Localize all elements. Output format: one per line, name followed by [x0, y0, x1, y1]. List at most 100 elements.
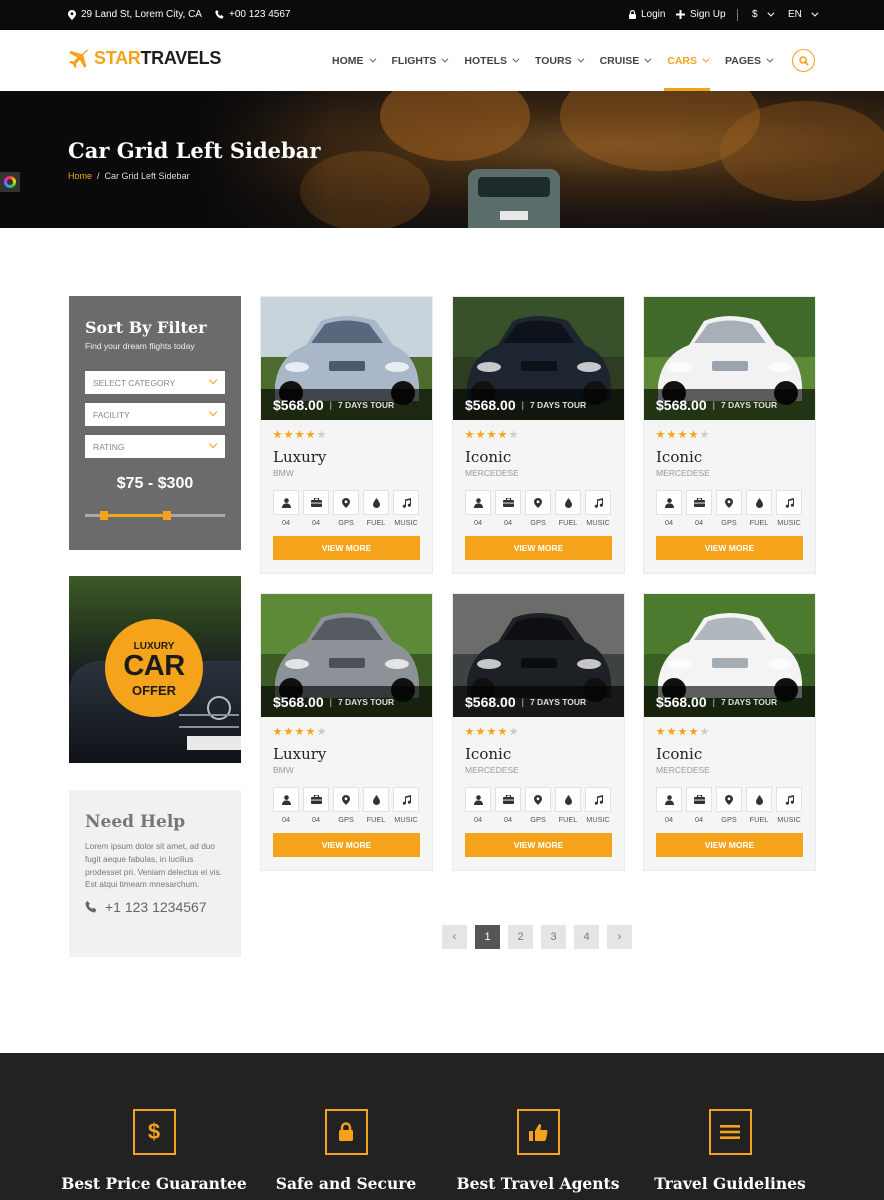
car-name[interactable]: Iconic — [465, 448, 511, 466]
pagination-page-1[interactable]: 1 — [475, 925, 500, 949]
breadcrumb-home[interactable]: Home — [68, 171, 92, 181]
nav-cruise[interactable]: CRUISE — [600, 30, 652, 91]
view-more-button[interactable]: VIEW MORE — [465, 833, 612, 857]
currency-select[interactable]: $ — [752, 9, 775, 20]
car-feature: 04 — [303, 787, 329, 824]
category-select[interactable]: SELECT CATEGORY — [85, 371, 225, 394]
nav-cars[interactable]: CARS — [664, 30, 710, 91]
pagination-prev[interactable]: ‹ — [442, 925, 467, 949]
pagination-page-2[interactable]: 2 — [508, 925, 533, 949]
star-icon — [306, 727, 315, 736]
briefcase-icon — [686, 490, 712, 515]
view-more-button[interactable]: VIEW MORE — [273, 536, 420, 560]
lock-icon — [324, 1109, 368, 1155]
star-icon — [656, 430, 665, 439]
main-header: STAR TRAVELS HOME FLIGHTS HOTELS TOURS CR… — [0, 30, 884, 91]
price-separator: | — [329, 399, 332, 410]
star-icon — [700, 430, 709, 439]
list-icon — [708, 1109, 752, 1155]
car-feature: GPS — [333, 787, 359, 824]
fuel-drop-icon — [746, 787, 772, 812]
map-pin-icon — [68, 9, 76, 20]
view-more-button[interactable]: VIEW MORE — [465, 536, 612, 560]
car-image[interactable]: $568.00 | 7 DAYS TOUR — [644, 594, 815, 717]
car-image[interactable]: $568.00 | 7 DAYS TOUR — [453, 594, 624, 717]
price-bar: $568.00 | 7 DAYS TOUR — [453, 686, 624, 717]
feature-travel-guidelines: Travel Guidelines — [630, 1109, 830, 1193]
car-card: $568.00 | 7 DAYS TOUR Iconic MERCEDESE 04 04 GP… — [643, 296, 816, 574]
login-link[interactable]: Login — [629, 9, 665, 20]
car-image[interactable]: $568.00 | 7 DAYS TOUR — [261, 594, 432, 717]
view-more-button[interactable]: VIEW MORE — [656, 833, 803, 857]
price-bar: $568.00 | 7 DAYS TOUR — [261, 389, 432, 420]
price-slider-max-handle[interactable] — [163, 511, 171, 520]
music-icon — [585, 490, 611, 515]
car-feature: FUEL — [363, 490, 389, 527]
car-feature: GPS — [716, 490, 742, 527]
help-phone[interactable]: +1 123 1234567 — [85, 899, 207, 915]
star-icon — [306, 430, 315, 439]
car-feature: FUEL — [746, 490, 772, 527]
view-more-button[interactable]: VIEW MORE — [656, 536, 803, 560]
price-bar: $568.00 | 7 DAYS TOUR — [644, 686, 815, 717]
star-icon — [689, 727, 698, 736]
signup-link[interactable]: Sign Up — [676, 9, 726, 20]
pagination-page-4[interactable]: 4 — [574, 925, 599, 949]
car-features: 04 04 GPS FUEL MUSIC — [273, 787, 419, 824]
nav-home[interactable]: HOME — [332, 30, 376, 91]
price-separator: | — [521, 399, 524, 410]
topbar-divider — [737, 9, 738, 21]
price-slider-fill — [104, 514, 167, 517]
car-feature-label: 04 — [473, 518, 483, 527]
currency-value: $ — [752, 9, 758, 20]
view-more-button[interactable]: VIEW MORE — [273, 833, 420, 857]
car-feature: FUEL — [555, 787, 581, 824]
facility-select[interactable]: FACILITY — [85, 403, 225, 426]
feature-title: Travel Guidelines — [654, 1174, 806, 1193]
car-feature-label: GPS — [338, 518, 354, 527]
pagination-next[interactable]: › — [607, 925, 632, 949]
pagination: ‹ 1 2 3 4 › — [442, 925, 632, 949]
car-feature: FUEL — [746, 787, 772, 824]
nav-tours[interactable]: TOURS — [535, 30, 585, 91]
breadcrumb: Home / Car Grid Left Sidebar — [68, 171, 190, 181]
car-price: $568.00 — [273, 396, 324, 413]
language-select[interactable]: EN — [788, 9, 819, 20]
car-features: 04 04 GPS FUEL MUSIC — [465, 787, 611, 824]
pagination-page-3[interactable]: 3 — [541, 925, 566, 949]
car-feature: 04 — [656, 490, 682, 527]
luxury-car-offer-banner[interactable]: LUXURY CAR OFFER — [69, 576, 241, 763]
rating-select[interactable]: RATING — [85, 435, 225, 458]
car-name[interactable]: Iconic — [465, 745, 511, 763]
car-feature: 04 — [303, 490, 329, 527]
search-button[interactable] — [792, 49, 815, 72]
car-feature-label: FUEL — [558, 815, 578, 824]
car-name[interactable]: Luxury — [273, 448, 326, 466]
car-image[interactable]: $568.00 | 7 DAYS TOUR — [261, 297, 432, 420]
star-icon — [295, 727, 304, 736]
car-feature: 04 — [686, 787, 712, 824]
star-icon — [317, 727, 326, 736]
car-name[interactable]: Iconic — [656, 745, 702, 763]
logo-text-travels: TRAVELS — [140, 48, 222, 68]
site-logo[interactable]: STAR TRAVELS — [68, 48, 221, 69]
star-icon — [284, 430, 293, 439]
hero-foliage — [380, 91, 530, 161]
price-slider-min-handle[interactable] — [100, 511, 108, 520]
price-separator: | — [521, 696, 524, 707]
car-image[interactable]: $568.00 | 7 DAYS TOUR — [644, 297, 815, 420]
nav-pages[interactable]: PAGES — [725, 30, 774, 91]
car-name[interactable]: Iconic — [656, 448, 702, 466]
nav-hotels[interactable]: HOTELS — [464, 30, 520, 91]
car-feature-label: 04 — [281, 518, 291, 527]
color-switcher-button[interactable] — [0, 172, 20, 192]
language-value: EN — [788, 9, 802, 20]
car-image[interactable]: $568.00 | 7 DAYS TOUR — [453, 297, 624, 420]
map-pin-icon — [333, 787, 359, 812]
page-title: Car Grid Left Sidebar — [68, 138, 321, 163]
price-slider[interactable] — [85, 511, 225, 520]
nav-flights[interactable]: FLIGHTS — [392, 30, 449, 91]
car-name[interactable]: Luxury — [273, 745, 326, 763]
car-feature-label: GPS — [530, 815, 546, 824]
chevron-down-icon — [766, 9, 775, 17]
